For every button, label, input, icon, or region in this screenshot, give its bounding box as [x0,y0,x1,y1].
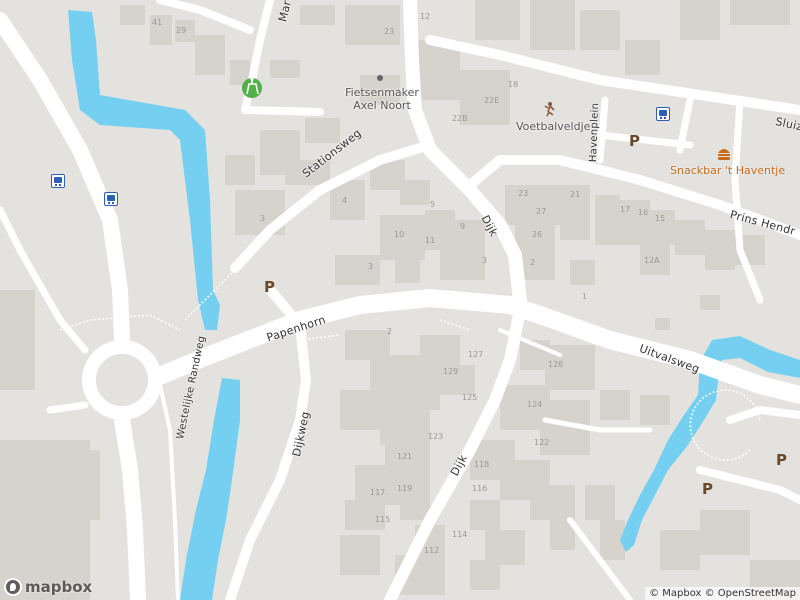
house-number: 123 [428,432,444,441]
house-number: 23 [518,189,529,198]
house-number: 16 [638,208,649,217]
map-attribution[interactable]: © Mapbox © OpenStreetMap [645,587,800,600]
house-number: 2 [387,327,393,336]
roundabout-island [96,354,148,406]
house-number: 117 [370,488,386,497]
mapbox-logo-text: mapbox [25,578,93,596]
house-number: 114 [452,530,468,539]
house-number: 112 [424,546,440,555]
house-number: 5 [430,200,436,209]
poi-fietsenmaker-line2: Axel Noort [353,99,411,112]
parking-icon[interactable]: P [264,278,275,296]
house-number: 12A [644,256,660,265]
house-number: 18 [508,80,519,89]
house-number: 122 [534,438,550,447]
house-number: 11 [425,236,436,245]
house-number: 1 [582,292,588,301]
house-number: 3 [260,214,266,223]
house-number: 125 [462,393,478,402]
house-number: 124 [527,400,543,409]
house-number: 119 [397,484,413,493]
house-number: 23 [384,27,395,36]
house-number: 121 [397,452,413,461]
mapbox-logo[interactable]: mapbox [4,578,92,596]
house-number: 2 [530,258,536,267]
house-number: 127 [468,350,484,359]
house-number: 12 [420,12,431,21]
house-number: 3 [368,262,374,271]
house-number: 9 [460,222,466,231]
poi-fietsenmaker[interactable]: Fietsenmaker Axel Noort [340,86,424,112]
house-number: 3 [482,256,488,265]
house-number: 29 [176,26,187,35]
house-number: 26 [532,230,543,239]
house-number: 15 [655,214,666,223]
house-number: 115 [375,515,391,524]
house-number: 17 [620,205,631,214]
poi-voetbalveldje[interactable]: Voetbalveldje [516,120,590,133]
parking-icon[interactable]: P [629,132,640,150]
bus-stop-icon[interactable] [51,174,65,188]
parking-icon[interactable]: P [702,480,713,498]
bus-stop-icon[interactable] [104,192,118,206]
poi-snackbar[interactable]: Snackbar 't Haventje [670,164,785,177]
parking-icon[interactable]: P [776,451,787,469]
map-canvas[interactable]: Stationsweg Papenhorn Uitvalsweg Dijkweg… [0,0,800,600]
house-number: 22E [484,96,500,105]
house-number: 22B [452,114,468,123]
house-number: 118 [474,460,490,469]
house-number: 116 [472,484,488,493]
house-number: 27 [536,207,547,216]
house-number: 4 [342,196,348,205]
bus-stop-icon[interactable] [656,107,670,121]
mapbox-logo-icon [4,578,22,596]
house-number: 129 [443,367,459,376]
house-number: 128 [548,360,564,369]
house-number: 10 [394,230,405,239]
house-number: 41 [152,18,163,27]
poi-fietsenmaker-line1: Fietsenmaker [345,86,419,99]
house-number: 21 [570,190,581,199]
